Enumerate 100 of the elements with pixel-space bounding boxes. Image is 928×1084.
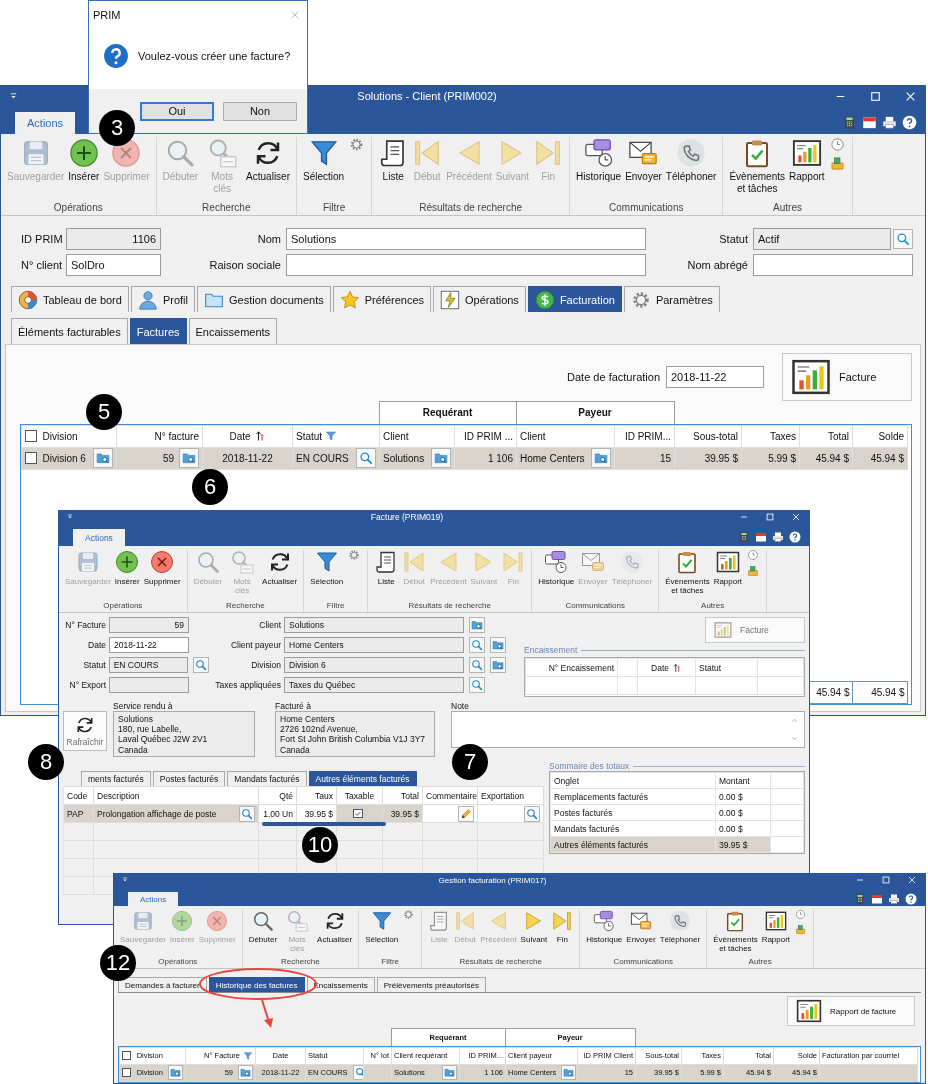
toolbar-button[interactable]: Évènements et tâches [727,137,787,195]
toolbar-button[interactable]: Fin [549,909,576,946]
maximize-icon[interactable] [869,89,882,103]
tab[interactable]: Paramètres [623,286,720,312]
tab[interactable]: Autres éléments facturés [308,771,417,786]
tab[interactable]: Factures [129,318,187,344]
toolbar-button[interactable]: Rapport [759,909,793,946]
text-field[interactable]: Solutions [286,228,646,250]
report-button[interactable]: Rapport de facture [787,996,915,1026]
tab[interactable]: Historique des factures [208,977,305,992]
column-header[interactable]: Date [229,430,251,442]
cash-icon[interactable] [795,924,807,935]
checkbox[interactable] [122,1068,131,1077]
help-icon[interactable] [789,531,801,543]
search-button[interactable] [469,677,485,693]
report-button[interactable]: Facture [782,353,912,401]
tab[interactable]: Opérations [433,286,526,312]
calculator-icon[interactable] [738,531,750,543]
text-field[interactable]: Home Centers [284,637,464,653]
column-header[interactable]: Description [97,790,140,801]
tab[interactable]: Postes facturés [152,771,226,786]
lookup-button[interactable] [431,448,451,468]
tab[interactable]: ments facturés [81,771,151,786]
tab[interactable]: Tableau de bord [11,286,129,312]
checkbox[interactable] [25,452,37,464]
text-field[interactable]: Solutions [284,617,464,633]
text-field[interactable] [753,254,913,276]
cash-icon[interactable] [829,156,845,171]
toolbar-button[interactable]: Envoyer [624,909,658,946]
search-button[interactable] [893,229,913,249]
tab[interactable]: Préférences [332,286,432,312]
lookup-button[interactable] [469,617,485,633]
close-icon[interactable] [907,875,917,885]
gear-icon[interactable] [348,549,361,561]
date-field[interactable]: 2018-11-22 [666,366,764,388]
checkbox[interactable] [25,430,37,442]
printer-icon[interactable] [882,115,897,130]
search-button[interactable] [469,637,485,653]
lookup-button[interactable] [490,637,506,653]
table-row[interactable]: Division 6 59 2018-11-22 EN COURS Solutions 1 106 Home Centers 15 39.95 $ 5.99 $ 45.94 $ 45.94 $ [21,447,908,469]
search-button[interactable] [524,805,540,822]
printer-icon[interactable] [772,531,784,543]
search-button[interactable] [356,448,376,468]
cash-icon[interactable] [747,565,760,577]
help-icon[interactable] [902,115,917,130]
ribbon-tab[interactable]: Actions [128,892,179,906]
toolbar-button[interactable]: Supprimer [141,549,183,588]
column-header[interactable]: Client [520,430,546,442]
tab[interactable]: Gestion documents [196,286,331,312]
toolbar-button[interactable]: Actualiser [260,549,300,588]
gear-icon[interactable] [349,137,365,152]
toolbar-button[interactable]: Évènements et tâches [663,549,712,597]
column-header[interactable]: Onglet [554,775,580,786]
ribbon-tab[interactable]: Actions [73,529,125,546]
toolbar-button[interactable]: Téléphoner [663,137,719,184]
toolbar-button[interactable]: Insérer [112,549,142,588]
gear-icon[interactable] [403,909,415,920]
toolbar-button[interactable]: Liste [372,549,401,588]
tab[interactable]: Encaissements [188,318,278,344]
text-field[interactable]: 1106 [66,228,161,250]
toolbar-button[interactable]: Envoyer [623,137,664,184]
toolbar-button[interactable]: Insérer [66,137,102,184]
text-field[interactable] [286,254,646,276]
note-field[interactable] [451,711,805,748]
text-field[interactable] [109,677,189,693]
text-field[interactable]: EN COURS [108,657,188,673]
column-header[interactable]: Client [383,430,409,442]
clock-icon[interactable] [829,137,845,152]
calendar-icon[interactable] [871,892,883,905]
toolbar-button[interactable]: Suivant [518,909,550,946]
toolbar-button[interactable]: Sélection [308,549,346,588]
text-field[interactable]: Taxes du Québec [284,677,464,693]
close-icon[interactable] [791,512,801,522]
lookup-button[interactable] [179,448,199,468]
clock-icon[interactable] [795,909,807,920]
search-button[interactable] [239,805,255,822]
text-field[interactable]: 59 [109,617,189,633]
lookup-button[interactable] [238,1065,253,1080]
toolbar-button[interactable]: Historique [536,549,577,588]
tab[interactable]: Facturation [527,286,622,312]
text-field[interactable]: Division 6 [284,657,464,673]
tab[interactable]: Profil [130,286,195,312]
toolbar-button[interactable]: Téléphoner [657,909,703,946]
lookup-button[interactable] [591,448,611,468]
text-field[interactable]: SolDro [66,254,161,276]
column-header[interactable]: Statut [296,430,323,442]
search-button[interactable] [469,657,485,673]
lookup-button[interactable] [561,1065,577,1080]
search-button[interactable] [193,657,209,673]
lookup-button[interactable] [168,1065,183,1080]
lookup-button[interactable] [490,657,506,673]
maximize-icon[interactable] [765,512,775,522]
clock-icon[interactable] [747,549,760,561]
toolbar-button[interactable]: Actualiser [315,909,355,946]
tab[interactable]: Mandats facturés [227,771,307,786]
tab[interactable]: Éléments facturables [11,318,128,344]
tab[interactable]: Prélèvements préautorisés [376,977,486,992]
toolbar-button[interactable]: Liste [376,137,411,184]
toolbar-button[interactable]: Sélection [301,137,347,184]
ribbon-tab[interactable]: Actions [15,112,76,134]
